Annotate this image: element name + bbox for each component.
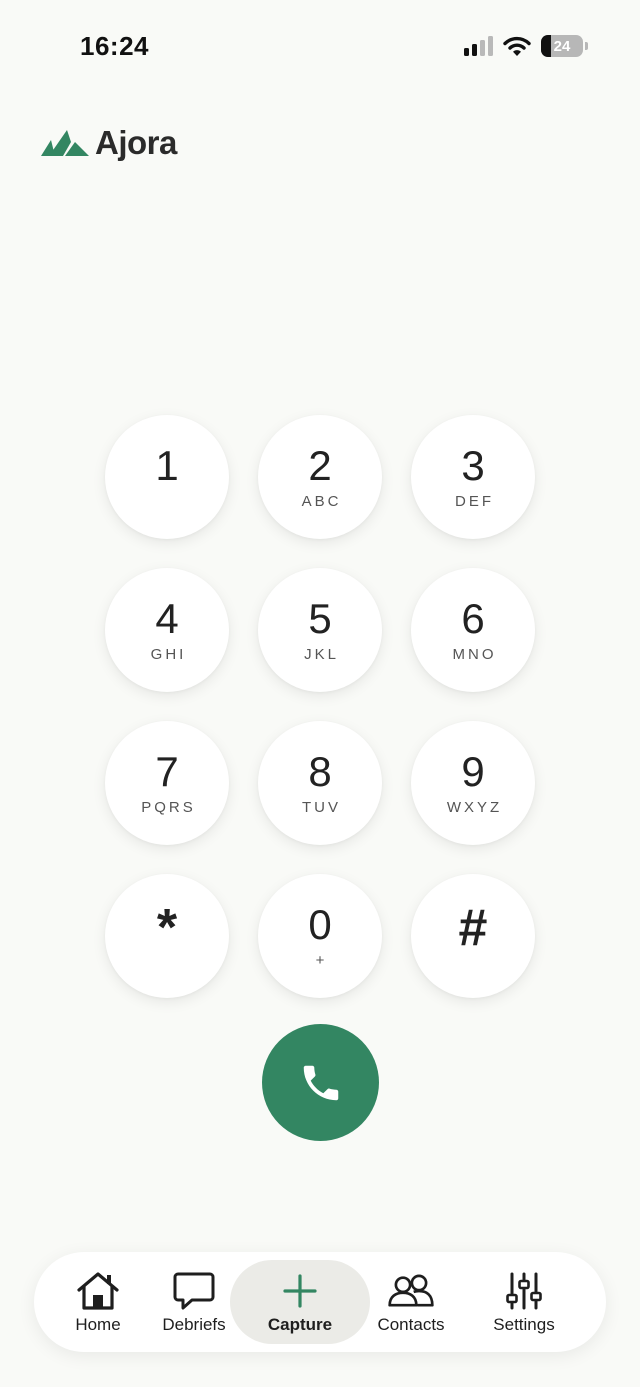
ajora-logo-icon (41, 130, 89, 156)
contacts-icon (387, 1270, 435, 1312)
nav-item-contacts[interactable]: Contacts (370, 1252, 452, 1352)
key-letters (472, 959, 475, 977)
phone-icon (298, 1060, 344, 1106)
nav-label: Settings (493, 1314, 555, 1334)
key-letters: JKL (304, 646, 339, 663)
status-bar: 16:24 24 (0, 0, 640, 90)
nav-item-debriefs[interactable]: Debriefs (152, 1252, 236, 1352)
chat-bubble-icon (170, 1270, 218, 1312)
keypad-key-9[interactable]: 9 WXYZ (411, 721, 535, 845)
keypad-key-2[interactable]: 2 ABC (258, 415, 382, 539)
battery-tip (585, 42, 588, 50)
keypad-key-3[interactable]: 3 DEF (411, 415, 535, 539)
keypad-key-1[interactable]: 1 (105, 415, 229, 539)
battery-icon: 24 (541, 35, 583, 57)
key-letters: ABC (301, 493, 342, 510)
plus-icon (276, 1270, 324, 1312)
nav-item-settings[interactable]: Settings (486, 1252, 562, 1352)
home-icon (74, 1270, 122, 1312)
key-digit: 4 (155, 595, 179, 642)
status-icons: 24 (464, 35, 588, 57)
key-digit: 9 (461, 748, 485, 795)
keypad-key-hash[interactable]: # (411, 874, 535, 998)
wifi-icon (503, 35, 531, 57)
nav-label: Debriefs (162, 1314, 226, 1334)
sliders-icon (500, 1270, 548, 1312)
brand-name: Ajora (95, 124, 177, 161)
key-digit: 0 (308, 901, 332, 948)
call-button[interactable] (262, 1024, 379, 1141)
keypad-key-4[interactable]: 4 GHI (105, 568, 229, 692)
nav-item-home[interactable]: Home (66, 1252, 130, 1352)
battery-level: 24 (553, 37, 571, 55)
keypad-key-5[interactable]: 5 JKL (258, 568, 382, 692)
key-letters: PQRS (141, 799, 196, 816)
brand-logo: Ajora (41, 124, 177, 162)
key-letters: WXYZ (446, 799, 503, 816)
key-letters: MNO (452, 646, 497, 663)
dial-keypad: 1 2 ABC 3 DEF 4 GHI 5 JKL 6 MNO 7 PQRS 8… (105, 415, 535, 998)
keypad-key-0[interactable]: 0 + (258, 874, 382, 998)
key-letters: GHI (150, 646, 187, 663)
key-letters: DEF (455, 493, 494, 510)
key-digit: 6 (461, 595, 485, 642)
signal-icon (464, 36, 493, 56)
key-letters: TUV (302, 799, 341, 816)
key-digit: 7 (155, 748, 179, 795)
nav-label: Home (75, 1314, 121, 1334)
key-letters: + (315, 952, 328, 969)
keypad-key-8[interactable]: 8 TUV (258, 721, 382, 845)
nav-item-capture[interactable]: Capture (230, 1260, 370, 1344)
key-digit: * (156, 899, 178, 957)
key-digit: 2 (308, 442, 332, 489)
keypad-key-7[interactable]: 7 PQRS (105, 721, 229, 845)
key-digit: 8 (308, 748, 332, 795)
key-letters (166, 959, 169, 977)
key-letters (166, 493, 169, 511)
key-digit: # (458, 899, 488, 957)
status-time: 16:24 (80, 31, 149, 61)
nav-label: Capture (267, 1314, 333, 1334)
nav-label: Contacts (377, 1314, 445, 1334)
key-digit: 1 (155, 442, 179, 489)
key-digit: 5 (308, 595, 332, 642)
bottom-nav: Home Debriefs Capture Contacts Settings (34, 1252, 606, 1352)
keypad-key-6[interactable]: 6 MNO (411, 568, 535, 692)
key-digit: 3 (461, 442, 485, 489)
keypad-key-star[interactable]: * (105, 874, 229, 998)
